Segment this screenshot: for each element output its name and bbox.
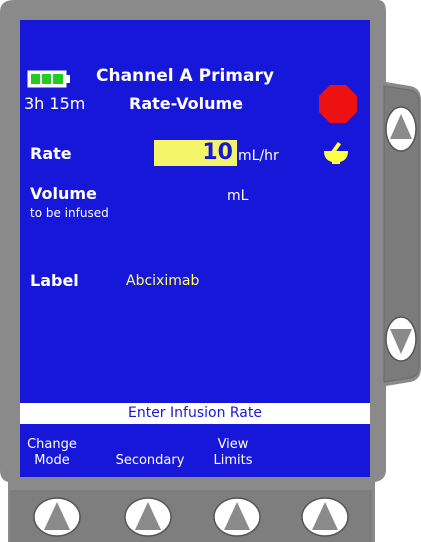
status-message: Enter Infusion Rate [20, 403, 370, 424]
rate-value: 10 [202, 140, 233, 165]
volume-sublabel: to be infused [30, 206, 109, 220]
mode-label: Rate-Volume [129, 94, 243, 113]
softkey-3-line2: Limits [213, 453, 253, 468]
battery-time: 3h 15m [24, 94, 86, 113]
volume-unit: mL [227, 188, 249, 204]
rate-label: Rate [30, 144, 72, 163]
rate-input[interactable]: 10 [154, 140, 237, 166]
softkey-3-line1: View [217, 437, 249, 452]
softkey-button-1[interactable] [33, 497, 81, 537]
softkey-2-line2: Secondary [115, 453, 185, 468]
stop-octagon-icon[interactable] [318, 84, 358, 124]
softkey-secondary: Secondary [108, 437, 192, 469]
scroll-up-button[interactable] [385, 106, 417, 152]
softkey-1-line2: Mode [34, 453, 70, 468]
softkey-button-4[interactable] [301, 497, 349, 537]
rate-unit: mL/hr [238, 148, 279, 164]
display-screen: Channel A Primary 3h 15m Rate-Volume Rat… [20, 20, 370, 477]
mortar-pestle-icon [324, 141, 348, 164]
scroll-down-button[interactable] [385, 316, 417, 362]
softkey-button-3[interactable] [213, 497, 261, 537]
infusion-pump-device: Channel A Primary 3h 15m Rate-Volume Rat… [0, 0, 421, 542]
softkey-view-limits: View Limits [203, 437, 263, 469]
softkey-1-line1: Change [27, 437, 77, 452]
drug-label-value: Abciximab [126, 273, 200, 289]
battery-full-icon [27, 70, 70, 88]
volume-label: Volume [30, 184, 97, 203]
drug-label-heading: Label [30, 271, 79, 290]
softkey-change-mode: Change Mode [22, 437, 82, 469]
channel-title: Channel A Primary [96, 66, 274, 86]
softkey-button-2[interactable] [124, 497, 172, 537]
softkey-2-line1 [108, 437, 192, 453]
